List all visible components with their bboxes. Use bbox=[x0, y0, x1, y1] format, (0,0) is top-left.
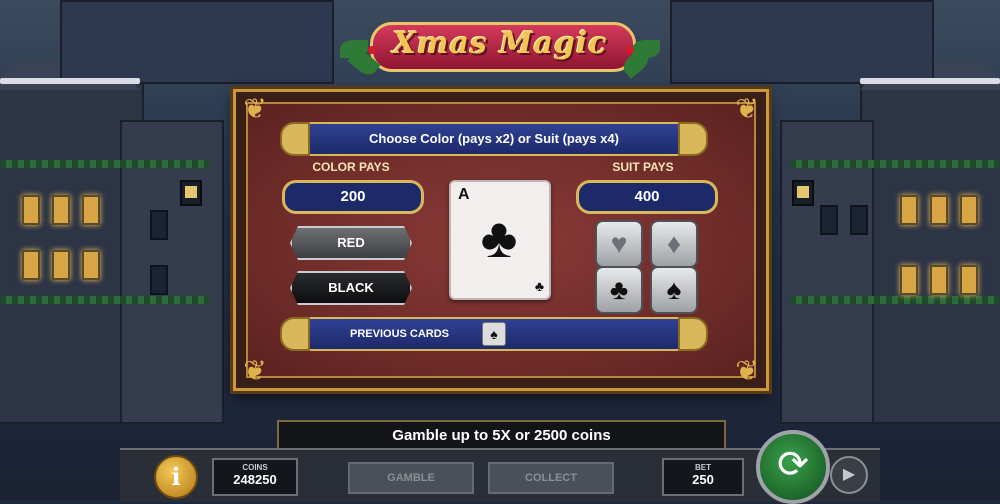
banner-cap bbox=[280, 317, 310, 351]
spin-button[interactable]: ⟳ bbox=[756, 430, 830, 504]
coins-value: 248250 bbox=[233, 472, 277, 487]
window bbox=[52, 195, 70, 225]
suit-pays-label: SUIT PAYS bbox=[612, 160, 674, 174]
window bbox=[22, 250, 40, 280]
previous-card-spades-icon: ♠ bbox=[482, 322, 506, 346]
suit-pays-value: 400 bbox=[576, 180, 718, 214]
info-button[interactable]: i bbox=[154, 455, 198, 499]
street-lamp bbox=[792, 180, 814, 206]
distant-building bbox=[60, 0, 334, 84]
color-pays-value: 200 bbox=[282, 180, 424, 214]
diamonds-button[interactable]: ♦ bbox=[650, 220, 698, 268]
black-button[interactable]: BLACK bbox=[290, 271, 412, 305]
clubs-icon: ♣ bbox=[480, 206, 518, 269]
window bbox=[900, 195, 918, 225]
garland bbox=[790, 296, 1000, 304]
window bbox=[820, 205, 838, 235]
window bbox=[82, 195, 100, 225]
window bbox=[930, 265, 948, 295]
distant-building bbox=[670, 0, 934, 84]
window bbox=[150, 210, 168, 240]
gamble-header-text: Choose Color (pays x2) or Suit (pays x4) bbox=[369, 131, 619, 146]
color-pays-label: COLOR PAYS bbox=[312, 160, 390, 174]
game-logo: Xmas Magic bbox=[340, 14, 660, 79]
street-lamp bbox=[180, 180, 202, 206]
clubs-icon: ♣ bbox=[534, 278, 544, 294]
window bbox=[960, 195, 978, 225]
red-button[interactable]: RED bbox=[290, 226, 412, 260]
gamble-header-banner: Choose Color (pays x2) or Suit (pays x4) bbox=[280, 122, 708, 156]
spades-button[interactable]: ♠ bbox=[650, 266, 698, 314]
window bbox=[930, 195, 948, 225]
gamble-button[interactable]: GAMBLE bbox=[348, 462, 474, 494]
berry-icon bbox=[626, 46, 634, 54]
window bbox=[22, 195, 40, 225]
ornament-icon: ❦ bbox=[243, 355, 267, 386]
window bbox=[960, 265, 978, 295]
coins-label: COINS bbox=[242, 463, 268, 472]
garland bbox=[790, 160, 1000, 168]
coins-display: COINS 248250 bbox=[212, 458, 298, 496]
snow bbox=[860, 78, 1000, 84]
ornament-icon: ❦ bbox=[735, 93, 759, 124]
right-building bbox=[860, 80, 1000, 424]
window bbox=[850, 205, 868, 235]
berry-icon bbox=[368, 46, 376, 54]
banner-cap bbox=[678, 317, 708, 351]
window bbox=[150, 265, 168, 295]
garland bbox=[0, 296, 210, 304]
bet-value: 250 bbox=[692, 472, 714, 487]
collect-button[interactable]: COLLECT bbox=[488, 462, 614, 494]
clubs-button[interactable]: ♣ bbox=[595, 266, 643, 314]
bet-display: BET 250 bbox=[662, 458, 744, 496]
playing-card: A ♣ ♣ bbox=[449, 180, 551, 300]
autoplay-button[interactable]: ▶ bbox=[830, 456, 868, 494]
ornament-icon: ❦ bbox=[243, 93, 267, 124]
previous-cards-label: PREVIOUS CARDS bbox=[350, 328, 450, 340]
window bbox=[900, 265, 918, 295]
logo-text: Xmas Magic bbox=[392, 26, 608, 61]
card-rank: A bbox=[458, 186, 470, 203]
garland bbox=[0, 160, 210, 168]
bet-label: BET bbox=[695, 463, 711, 472]
window bbox=[52, 250, 70, 280]
snow bbox=[0, 78, 140, 84]
hearts-button[interactable]: ♥ bbox=[595, 220, 643, 268]
window bbox=[82, 250, 100, 280]
ornament-icon: ❦ bbox=[735, 355, 759, 386]
